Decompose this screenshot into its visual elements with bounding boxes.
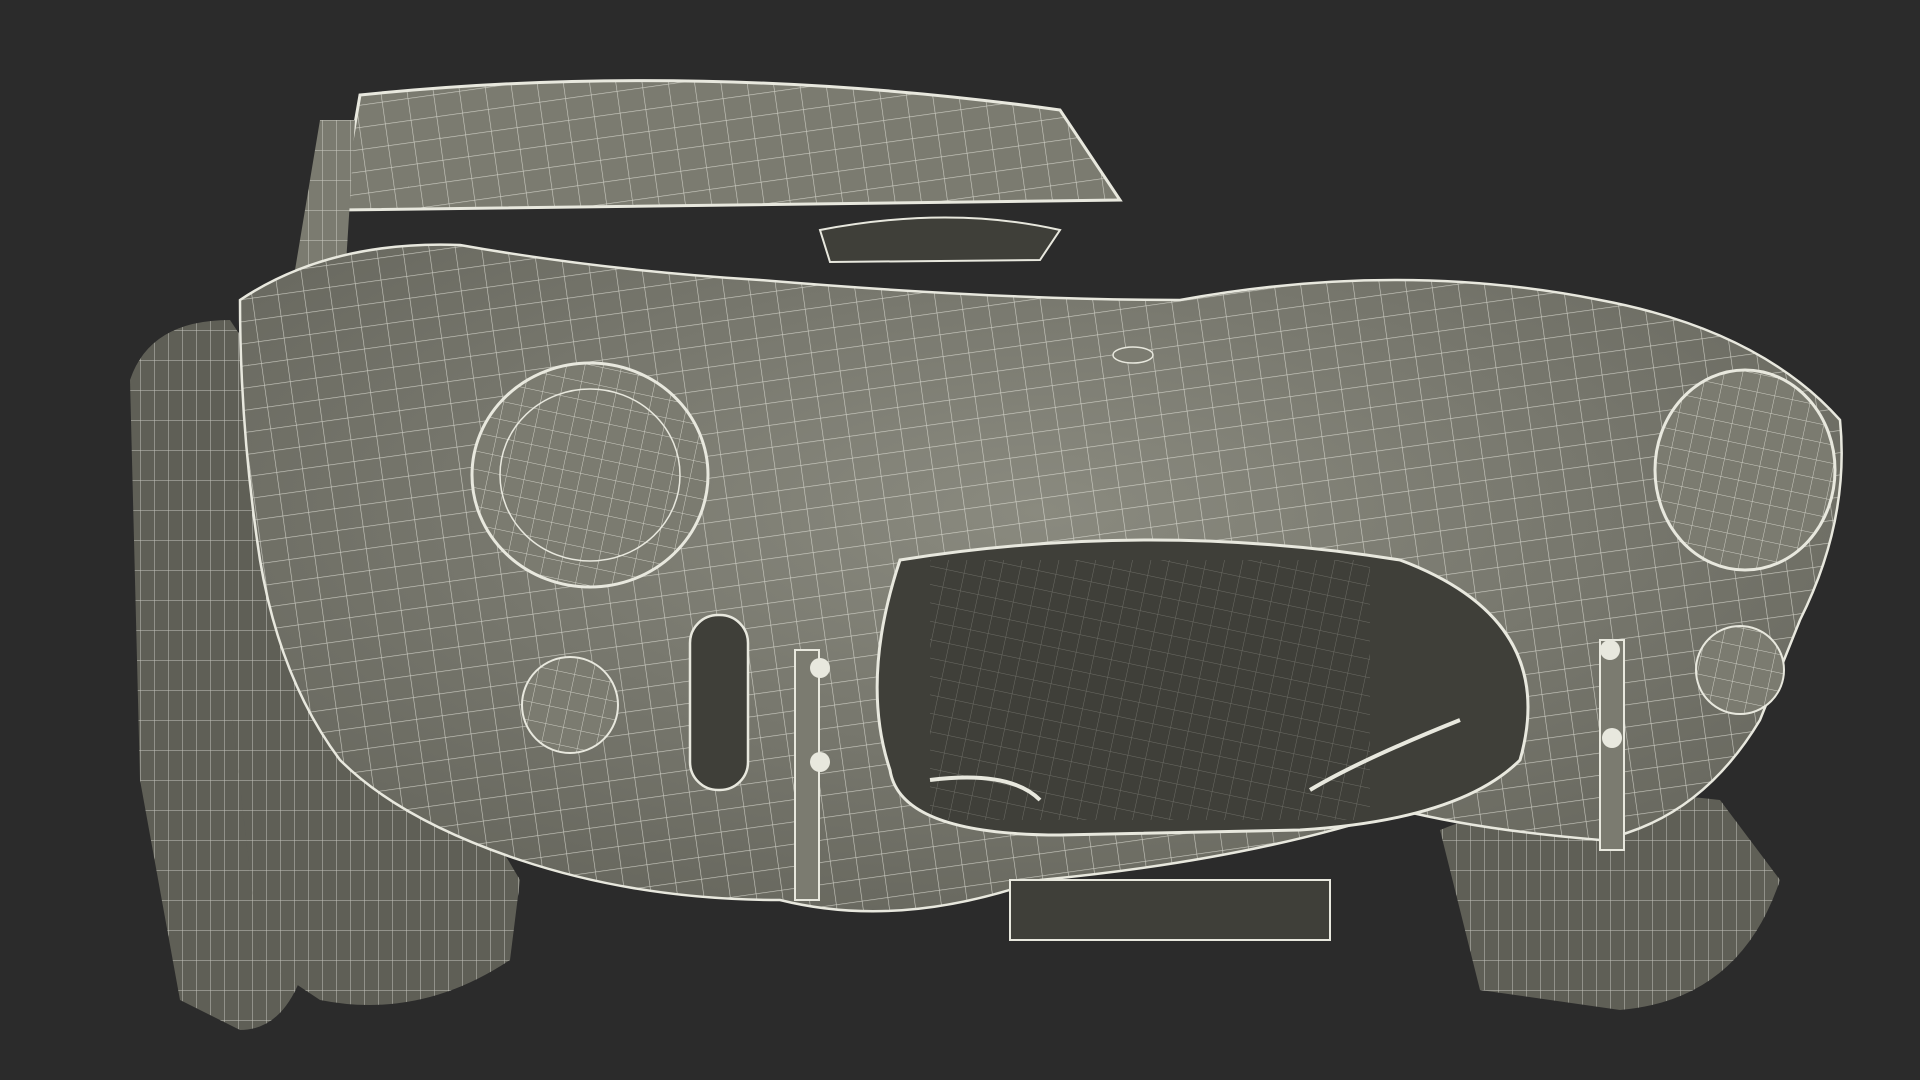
left-turn-signal (688, 613, 750, 792)
right-fog-lamp (1695, 625, 1785, 715)
grille-opening (875, 538, 1530, 837)
car-wireframe-render (130, 79, 1843, 1030)
render-viewport (0, 0, 1920, 1080)
left-headlight (470, 361, 710, 589)
windshield (338, 79, 1123, 212)
lower-intake (1009, 879, 1331, 941)
hood-scoop (818, 216, 1062, 264)
hood-badge (1112, 346, 1154, 364)
left-fog-lamp (521, 656, 619, 754)
right-bumper-bar (1599, 639, 1625, 851)
right-headlight (1653, 368, 1837, 572)
